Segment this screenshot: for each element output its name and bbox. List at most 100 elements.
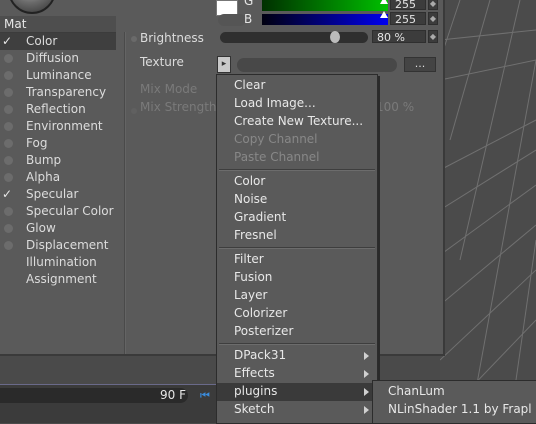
menu-item[interactable]: Create New Texture... (217, 113, 377, 131)
panel-divider (124, 32, 126, 354)
blue-channel-toggle[interactable] (218, 14, 246, 26)
menu-item-label: Fusion (234, 270, 273, 284)
menu-item[interactable]: Fusion (217, 269, 377, 287)
channel-item[interactable]: ✓ Color (0, 33, 116, 50)
channel-enable-dot[interactable] (4, 139, 13, 148)
channel-label: Diffusion (26, 51, 79, 65)
mix-strength-animate-dot (131, 108, 137, 114)
blue-value: 255 (395, 13, 416, 26)
blue-spinner[interactable]: ◆ (428, 12, 438, 25)
texture-label: Texture (140, 55, 184, 69)
menu-item[interactable]: Fresnel (217, 227, 377, 245)
menu-item[interactable]: DPack31 (217, 347, 377, 365)
brightness-label: Brightness (140, 31, 204, 45)
channel-item[interactable]: Alpha (0, 169, 116, 186)
texture-menu-button[interactable]: ▸ (217, 56, 231, 73)
channel-item[interactable]: Transparency (0, 84, 116, 101)
channel-enable-dot[interactable] (4, 173, 13, 182)
submenu-arrow-icon (364, 352, 369, 360)
menu-item[interactable]: Gradient (217, 209, 377, 227)
channel-item[interactable]: Luminance (0, 67, 116, 84)
menu-item: Paste Channel (217, 149, 377, 167)
submenu-item[interactable]: ChanLum (373, 383, 536, 401)
green-value-field[interactable]: 255 (390, 0, 426, 11)
submenu-arrow-icon (364, 388, 369, 396)
mix-strength-label: Mix Strength (140, 100, 217, 114)
menu-item[interactable]: Sketch (217, 401, 377, 419)
menu-item-label: Color (234, 174, 266, 188)
brightness-field[interactable]: 80 % (372, 30, 426, 44)
texture-browse-button[interactable]: ... (404, 57, 436, 72)
3d-viewport[interactable] (440, 0, 536, 422)
material-name: Mat (4, 17, 27, 31)
menu-item[interactable]: plugins (217, 383, 377, 401)
brightness-animate-dot[interactable] (131, 36, 137, 42)
channel-label: Displacement (26, 238, 109, 252)
blue-slider[interactable] (262, 11, 388, 25)
checkmark-icon[interactable]: ✓ (2, 34, 14, 48)
channel-item[interactable]: Diffusion (0, 50, 116, 67)
brightness-spinner[interactable]: ◆ (428, 30, 438, 43)
mix-strength-value: 100 % (376, 100, 415, 114)
texture-path-field[interactable] (237, 58, 397, 72)
channel-label: Specular Color (26, 204, 114, 218)
channel-enable-dot[interactable] (4, 207, 13, 216)
brightness-slider[interactable] (220, 32, 368, 43)
channel-enable-dot[interactable] (4, 105, 13, 114)
channel-item[interactable]: Bump (0, 152, 116, 169)
channel-item[interactable]: Displacement (0, 237, 116, 254)
go-to-end-icon[interactable]: ⏮ (200, 389, 214, 402)
channel-enable-dot[interactable] (4, 224, 13, 233)
channel-label: Environment (26, 119, 103, 133)
menu-separator (219, 247, 375, 249)
green-slider[interactable] (262, 0, 388, 11)
channel-label: Bump (26, 153, 62, 167)
checkmark-icon[interactable]: ✓ (2, 187, 14, 201)
menu-item[interactable]: Effects (217, 365, 377, 383)
menu-item-label: Copy Channel (234, 132, 318, 146)
menu-item[interactable]: Noise (217, 191, 377, 209)
blue-value-field[interactable]: 255 (390, 12, 426, 26)
channel-item[interactable]: Specular Color (0, 203, 116, 220)
menu-item-label: Effects (234, 366, 275, 380)
channel-item[interactable]: Glow (0, 220, 116, 237)
menu-item-label: Filter (234, 252, 264, 266)
channel-item[interactable]: ✓ Specular (0, 186, 116, 203)
mix-mode-label: Mix Mode (140, 82, 198, 96)
channel-label: Reflection (26, 102, 86, 116)
menu-item-label: DPack31 (234, 348, 287, 362)
menu-item[interactable]: Layer (217, 287, 377, 305)
channel-label: Glow (26, 221, 56, 235)
menu-item: Copy Channel (217, 131, 377, 149)
menu-item-label: Noise (234, 192, 268, 206)
menu-item-label: Layer (234, 288, 268, 302)
channel-item[interactable]: Illumination (0, 254, 116, 271)
menu-item[interactable]: Posterizer (217, 323, 377, 341)
menu-item[interactable]: Color (217, 173, 377, 191)
channel-label: Color (26, 34, 58, 48)
channel-label: Illumination (26, 255, 97, 269)
menu-item[interactable]: Load Image... (217, 95, 377, 113)
green-spinner[interactable]: ◆ (428, 0, 438, 10)
channel-label: Assignment (26, 272, 97, 286)
menu-item-label: Clear (234, 78, 266, 92)
menu-item[interactable]: Filter (217, 251, 377, 269)
channel-enable-dot[interactable] (4, 54, 13, 63)
channel-item[interactable]: Environment (0, 118, 116, 135)
submenu-item[interactable]: NLinShader 1.1 by Frapl (373, 401, 536, 419)
channel-enable-dot[interactable] (4, 88, 13, 97)
menu-item-label: plugins (234, 384, 278, 398)
channel-item[interactable]: Reflection (0, 101, 116, 118)
menu-item-label: Gradient (234, 210, 287, 224)
channel-label: Luminance (26, 68, 92, 82)
channel-item[interactable]: Assignment (0, 271, 116, 288)
channel-enable-dot[interactable] (4, 122, 13, 131)
menu-item[interactable]: Colorizer (217, 305, 377, 323)
plugins-submenu: ChanLum NLinShader 1.1 by Frapl (372, 380, 536, 424)
material-preview[interactable] (0, 0, 70, 14)
channel-enable-dot[interactable] (4, 156, 13, 165)
channel-enable-dot[interactable] (4, 241, 13, 250)
channel-item[interactable]: Fog (0, 135, 116, 152)
channel-enable-dot[interactable] (4, 71, 13, 80)
menu-item[interactable]: Clear (217, 77, 377, 95)
